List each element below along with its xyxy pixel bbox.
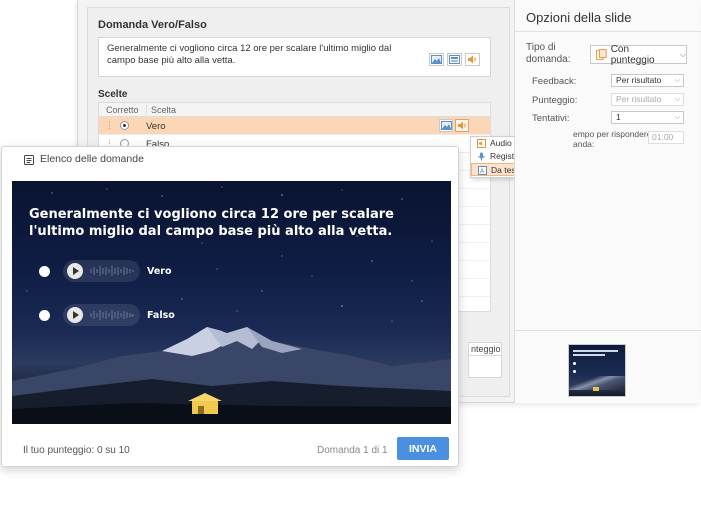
question-text-field[interactable]: Generalmente ci vogliono circa 12 ore pe… <box>98 37 491 77</box>
choices-title: Scelte <box>98 89 128 100</box>
choices-table-header: Corretto Scelta <box>99 103 490 117</box>
correct-radio-vero[interactable] <box>120 121 129 130</box>
choice-media-toolbar <box>439 119 469 132</box>
score-status: Il tuo punteggio: 0 su 10 <box>23 445 130 456</box>
audio-player[interactable] <box>63 304 140 326</box>
attempts-label: Tentativi: <box>532 113 570 124</box>
answer-label[interactable]: Falso <box>147 310 175 321</box>
audio-file-icon <box>477 139 486 148</box>
choice-insert-image-button[interactable] <box>439 119 453 132</box>
question-counter: Domanda 1 di 1 <box>317 445 388 456</box>
submit-button[interactable]: INVIA <box>397 437 449 460</box>
insert-slide-button[interactable] <box>447 53 462 66</box>
attempts-value: 1 <box>616 112 621 122</box>
choice-row-vero[interactable]: ⋮ Vero <box>99 117 490 135</box>
chevron-down-icon: ⌵ <box>674 114 680 121</box>
thumbnail-answer-dot <box>573 362 576 365</box>
slide-icon <box>449 55 460 64</box>
score-select[interactable]: Per risultato ⌵ <box>611 93 684 106</box>
chevron-down-icon: ⌵ <box>674 96 680 103</box>
question-slide: Generalmente ci vogliono circa 12 ore pe… <box>12 181 451 424</box>
answer-radio[interactable] <box>39 265 50 277</box>
microphone-icon <box>478 152 485 161</box>
choice-insert-audio-button[interactable] <box>455 119 469 132</box>
chevron-down-icon: ⌵ <box>679 49 686 59</box>
answer-option-vero[interactable]: Vero <box>39 260 172 282</box>
answer-radio[interactable] <box>39 309 50 321</box>
question-type-value: Con punteggio <box>610 43 655 66</box>
feedback-value: Per risultato <box>616 75 662 85</box>
image-icon <box>440 121 452 130</box>
audio-player[interactable] <box>63 260 140 282</box>
feedback-select[interactable]: Per risultato ⌵ <box>611 74 684 87</box>
time-limit-label: empo per rispondere <box>573 129 652 139</box>
image-icon <box>431 55 442 64</box>
chevron-down-icon: ⌵ <box>674 77 680 84</box>
insert-image-button[interactable] <box>429 53 444 66</box>
time-limit-input[interactable]: 01:00 <box>648 131 684 144</box>
text-to-speech-icon: A <box>478 166 487 175</box>
quiz-preview-window: Elenco delle domande Generalmente ci vog… <box>1 146 459 467</box>
slide-options-panel: Opzioni della slide Tipo di domanda: Con… <box>514 0 701 403</box>
divider <box>515 31 701 32</box>
score-label: Punteggio: <box>532 95 578 106</box>
question-media-toolbar <box>429 53 480 66</box>
score-value: Per risultato <box>616 94 662 104</box>
waveform-icon <box>90 266 134 276</box>
play-icon[interactable] <box>67 263 83 279</box>
thumbnail-title-line <box>573 354 605 356</box>
preview-header: Elenco delle domande <box>2 147 458 171</box>
slide-thumbnail-area <box>515 330 701 403</box>
question-list-icon[interactable] <box>24 155 34 165</box>
score-column-cell[interactable] <box>468 356 502 378</box>
answer-option-falso[interactable]: Falso <box>39 304 175 326</box>
slide-thumbnail[interactable] <box>568 344 626 397</box>
insert-audio-button[interactable] <box>465 53 480 66</box>
play-icon[interactable] <box>67 307 83 323</box>
thumbnail-answer-dot <box>573 370 576 373</box>
slide-question-text: Generalmente ci vogliono circa 12 ore pe… <box>29 207 394 239</box>
drag-handle-icon[interactable]: ⋮ <box>105 120 114 131</box>
question-list-label[interactable]: Elenco delle domande <box>40 153 144 165</box>
thumbnail-tent <box>593 387 599 391</box>
question-type-label: Tipo di domanda: <box>526 42 571 65</box>
time-limit-value: 01:00 <box>652 132 674 142</box>
slide-options-title: Opzioni della slide <box>526 10 632 25</box>
question-text[interactable]: Generalmente ci vogliono circa 12 ore pe… <box>107 43 407 67</box>
audio-icon <box>468 55 476 64</box>
attempts-select[interactable]: 1 ⌵ <box>611 111 684 124</box>
score-column-header: nteggio <box>468 342 502 356</box>
audio-icon <box>457 121 466 130</box>
column-correct: Corretto <box>106 105 139 115</box>
choice-label[interactable]: Vero <box>146 121 166 132</box>
time-limit-label-cont: anda: <box>573 139 595 149</box>
question-section-title: Domanda Vero/Falso <box>98 19 207 31</box>
answer-label[interactable]: Vero <box>147 266 172 277</box>
scored-question-icon <box>596 49 607 60</box>
feedback-label: Feedback: <box>532 76 577 87</box>
thumbnail-title-line <box>573 350 618 352</box>
column-choice: Scelta <box>146 105 176 115</box>
question-type-dropdown[interactable]: Con punteggio ⌵ <box>590 43 687 66</box>
waveform-icon <box>90 310 134 320</box>
